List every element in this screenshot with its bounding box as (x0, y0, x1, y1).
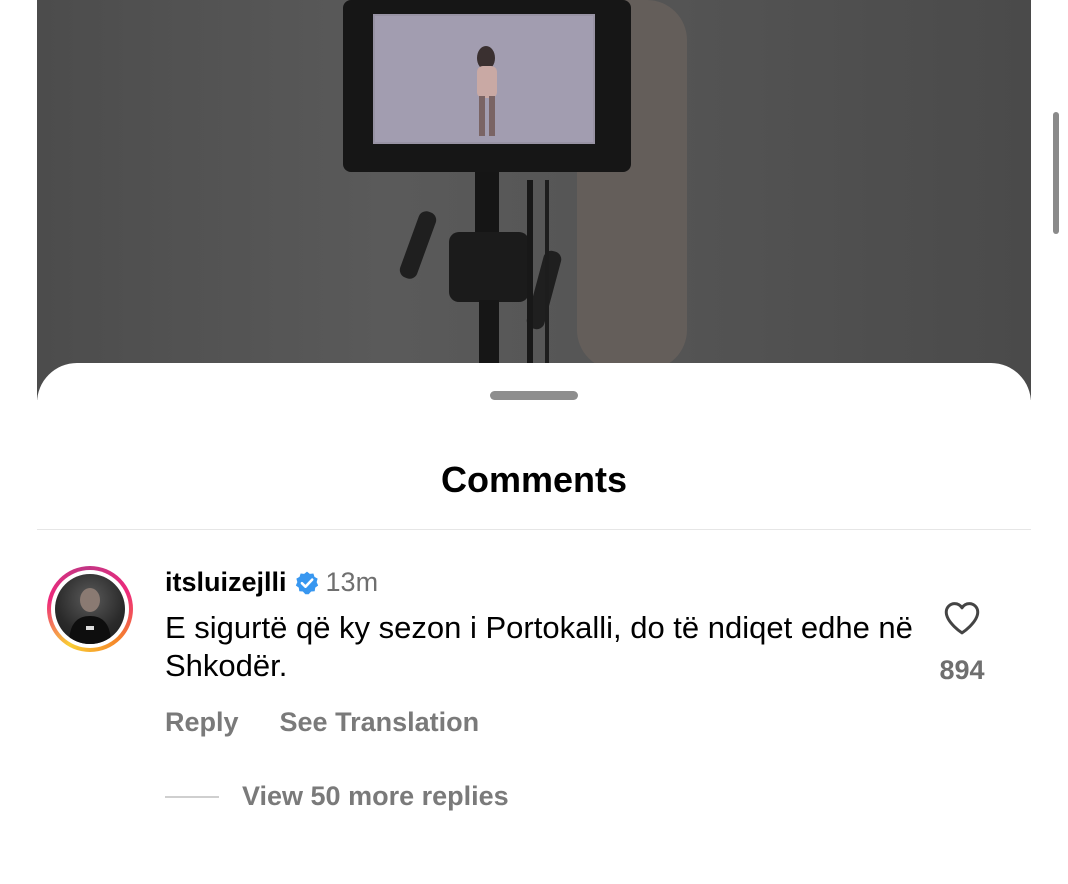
comment-actions: Reply See Translation (165, 707, 479, 738)
comments-screen: Comments itsluizejlli 13m E sigurtë që k… (0, 0, 1068, 884)
comment-timestamp: 13m (325, 567, 379, 597)
post-media-background (37, 0, 1031, 400)
sheet-drag-handle[interactable] (490, 391, 578, 400)
comment-header: itsluizejlli 13m (165, 567, 378, 598)
view-more-replies-button[interactable]: View 50 more replies (165, 781, 509, 812)
comment-username[interactable]: itsluizejlli (165, 567, 287, 598)
like-count: 894 (939, 655, 985, 685)
reply-button[interactable]: Reply (165, 707, 239, 738)
see-translation-button[interactable]: See Translation (280, 707, 480, 738)
divider (37, 529, 1031, 530)
camera-monitor-image (343, 0, 687, 370)
comment-text: E sigurtë që ky sezon i Portokalli, do t… (165, 610, 913, 683)
scrollbar[interactable] (1053, 112, 1059, 234)
comments-sheet: Comments itsluizejlli 13m E sigurtë që k… (37, 363, 1031, 884)
heart-outline-icon[interactable] (941, 597, 983, 639)
avatar-image (55, 574, 125, 644)
sheet-title: Comments (440, 459, 628, 500)
view-more-replies-label: View 50 more replies (242, 781, 509, 811)
avatar[interactable] (47, 566, 133, 652)
replies-divider-line (165, 795, 219, 798)
verified-badge-icon (295, 571, 318, 594)
